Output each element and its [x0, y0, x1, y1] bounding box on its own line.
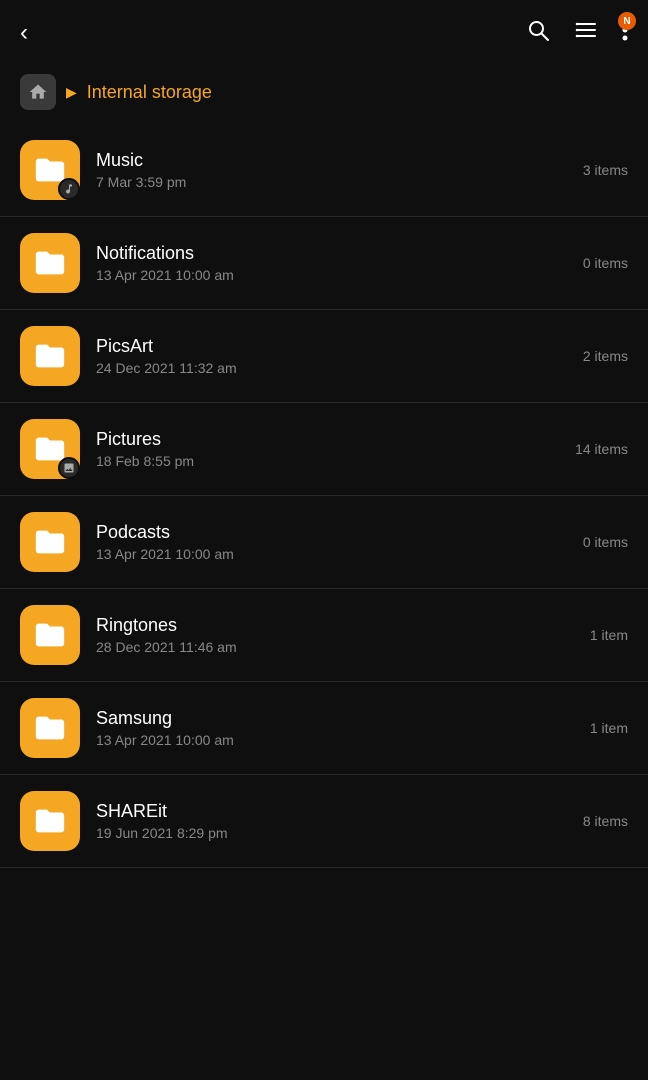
folder-info: Pictures 18 Feb 8:55 pm — [96, 429, 565, 469]
header-right: N — [526, 18, 628, 48]
list-view-button[interactable] — [574, 18, 598, 48]
header-left: ‹ — [20, 19, 28, 47]
list-item[interactable]: Notifications 13 Apr 2021 10:00 am 0 ite… — [0, 217, 648, 310]
folder-info: Notifications 13 Apr 2021 10:00 am — [96, 243, 573, 283]
list-item[interactable]: Samsung 13 Apr 2021 10:00 am 1 item — [0, 682, 648, 775]
breadcrumb: ▶ Internal storage — [0, 60, 648, 124]
folder-icon-wrapper — [20, 419, 80, 479]
folder-name: SHAREit — [96, 801, 573, 822]
folder-info: Samsung 13 Apr 2021 10:00 am — [96, 708, 580, 748]
more-options-button[interactable]: N — [622, 18, 628, 48]
folder-count: 1 item — [590, 720, 628, 736]
folder-count: 3 items — [583, 162, 628, 178]
folder-icon-wrapper — [20, 791, 80, 851]
folder-name: Podcasts — [96, 522, 573, 543]
list-item[interactable]: SHAREit 19 Jun 2021 8:29 pm 8 items — [0, 775, 648, 868]
folder-date: 28 Dec 2021 11:46 am — [96, 639, 580, 655]
list-item[interactable]: Pictures 18 Feb 8:55 pm 14 items — [0, 403, 648, 496]
folder-icon-wrapper — [20, 605, 80, 665]
folder-count: 1 item — [590, 627, 628, 643]
image-badge — [58, 457, 80, 479]
folder-name: Ringtones — [96, 615, 580, 636]
folder-info: Podcasts 13 Apr 2021 10:00 am — [96, 522, 573, 562]
folder-name: Samsung — [96, 708, 580, 729]
folder-date: 18 Feb 8:55 pm — [96, 453, 565, 469]
music-badge — [58, 178, 80, 200]
folder-icon-wrapper — [20, 698, 80, 758]
search-button[interactable] — [526, 18, 550, 48]
folder-icon-wrapper — [20, 233, 80, 293]
home-icon[interactable] — [20, 74, 56, 110]
folder-icon-wrapper — [20, 140, 80, 200]
folder-info: Music 7 Mar 3:59 pm — [96, 150, 573, 190]
folder-icon-wrapper — [20, 326, 80, 386]
header: ‹ N — [0, 0, 648, 60]
list-item[interactable]: PicsArt 24 Dec 2021 11:32 am 2 items — [0, 310, 648, 403]
notification-badge: N — [618, 12, 636, 30]
folder-count: 0 items — [583, 255, 628, 271]
folder-info: PicsArt 24 Dec 2021 11:32 am — [96, 336, 573, 376]
folder-list: Music 7 Mar 3:59 pm 3 items Notification… — [0, 124, 648, 868]
folder-date: 13 Apr 2021 10:00 am — [96, 732, 580, 748]
folder-info: Ringtones 28 Dec 2021 11:46 am — [96, 615, 580, 655]
folder-icon — [20, 326, 80, 386]
folder-icon — [20, 233, 80, 293]
list-item[interactable]: Podcasts 13 Apr 2021 10:00 am 0 items — [0, 496, 648, 589]
folder-count: 0 items — [583, 534, 628, 550]
folder-count: 14 items — [575, 441, 628, 457]
back-button[interactable]: ‹ — [20, 19, 28, 47]
folder-count: 2 items — [583, 348, 628, 364]
breadcrumb-arrow: ▶ — [66, 84, 77, 101]
folder-date: 24 Dec 2021 11:32 am — [96, 360, 573, 376]
list-item[interactable]: Ringtones 28 Dec 2021 11:46 am 1 item — [0, 589, 648, 682]
folder-date: 7 Mar 3:59 pm — [96, 174, 573, 190]
folder-info: SHAREit 19 Jun 2021 8:29 pm — [96, 801, 573, 841]
folder-count: 8 items — [583, 813, 628, 829]
folder-icon — [20, 791, 80, 851]
folder-date: 13 Apr 2021 10:00 am — [96, 546, 573, 562]
folder-date: 19 Jun 2021 8:29 pm — [96, 825, 573, 841]
folder-name: Notifications — [96, 243, 573, 264]
folder-icon — [20, 512, 80, 572]
list-item[interactable]: Music 7 Mar 3:59 pm 3 items — [0, 124, 648, 217]
folder-icon-wrapper — [20, 512, 80, 572]
folder-icon — [20, 698, 80, 758]
folder-date: 13 Apr 2021 10:00 am — [96, 267, 573, 283]
folder-icon — [20, 605, 80, 665]
folder-name: PicsArt — [96, 336, 573, 357]
folder-name: Music — [96, 150, 573, 171]
breadcrumb-path: Internal storage — [87, 82, 212, 103]
folder-name: Pictures — [96, 429, 565, 450]
